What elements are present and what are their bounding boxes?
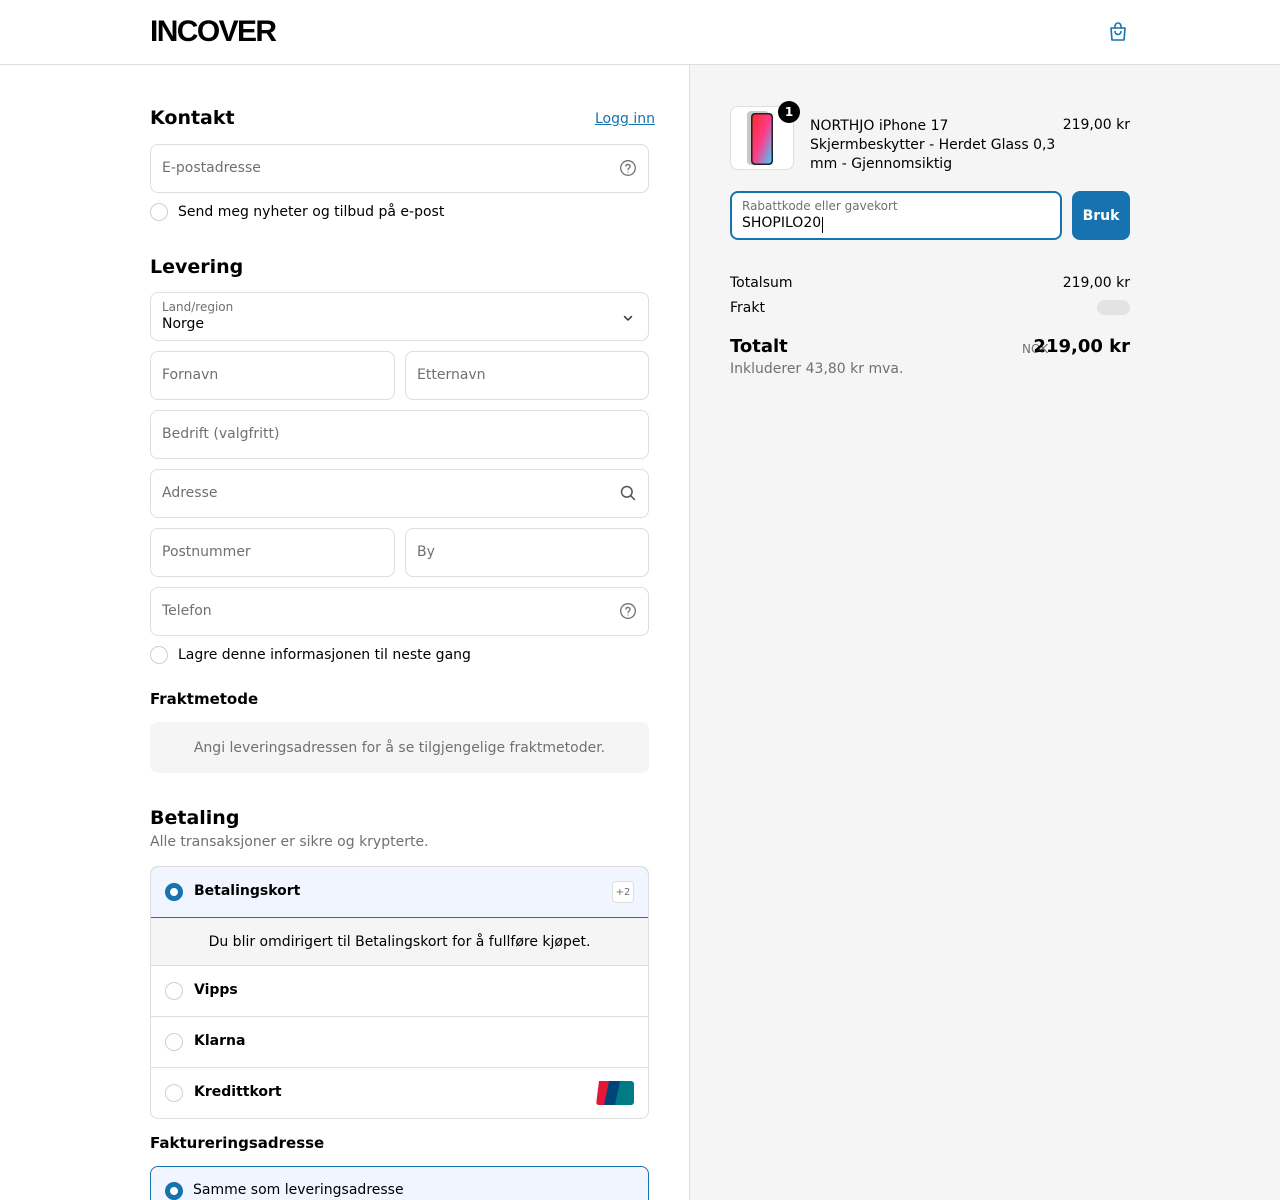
address-placeholder: Adresse <box>162 485 218 501</box>
payment-option-klarna[interactable]: Klarna <box>151 1017 648 1068</box>
shopping-bag-icon[interactable] <box>1106 20 1130 44</box>
chevron-down-icon <box>623 315 633 321</box>
payment-title: Betaling <box>150 807 240 829</box>
shipping-method-title: Fraktmetode <box>150 690 259 708</box>
shipping-loading-placeholder <box>1097 300 1130 315</box>
payment-redirect-note: Du blir omdirigert til Betalingskort for… <box>151 918 648 966</box>
search-icon <box>620 485 636 501</box>
country-label: Land/region <box>162 300 234 314</box>
contact-title: Kontakt <box>150 107 235 129</box>
discount-code-label: Rabattkode eller gavekort <box>742 199 898 213</box>
city-field[interactable]: By <box>405 528 649 577</box>
billing-same-radio[interactable] <box>165 1182 183 1200</box>
payment-vipps-label: Vipps <box>194 982 238 998</box>
address-field[interactable]: Adresse <box>150 469 649 518</box>
payment-klarna-radio[interactable] <box>165 1033 183 1051</box>
payment-option-vipps[interactable]: Vipps <box>151 966 648 1017</box>
help-icon[interactable] <box>619 159 637 177</box>
total-value: 219,00 kr <box>1033 336 1130 357</box>
subtotal-value: 219,00 kr <box>1062 275 1130 291</box>
total-label: Totalt <box>730 336 788 357</box>
quantity-badge: 1 <box>778 101 800 123</box>
apply-discount-button[interactable]: Bruk <box>1072 191 1130 240</box>
save-info-label: Lagre denne informasjonen til neste gang <box>178 647 471 663</box>
postal-code-field[interactable]: Postnummer <box>150 528 395 577</box>
shipping-label: Frakt <box>730 300 765 316</box>
discount-code-field[interactable]: Rabattkode eller gavekort SHOPILO20 <box>730 191 1062 240</box>
company-placeholder: Bedrift (valgfritt) <box>162 426 280 442</box>
payment-option-credit-card[interactable]: Kredittkort <box>151 1068 648 1118</box>
payment-card-radio[interactable] <box>165 883 183 901</box>
payment-credit-card-radio[interactable] <box>165 1084 183 1102</box>
tax-note: Inkluderer 43,80 kr mva. <box>730 361 904 377</box>
billing-same-label: Samme som leveringsadresse <box>193 1182 404 1198</box>
more-cards-badge: +2 <box>612 881 634 903</box>
email-field[interactable]: E-postadresse <box>150 144 649 193</box>
help-icon[interactable] <box>619 602 637 620</box>
first-name-placeholder: Fornavn <box>162 367 219 383</box>
newsletter-label: Send meg nyheter og tilbud på e-post <box>178 204 445 220</box>
billing-title: Faktureringsadresse <box>150 1134 325 1152</box>
billing-same-as-shipping-option[interactable]: Samme som leveringsadresse <box>150 1166 649 1200</box>
save-info-checkbox-row[interactable]: Lagre denne informasjonen til neste gang <box>150 645 471 665</box>
payment-klarna-label: Klarna <box>194 1033 246 1049</box>
first-name-field[interactable]: Fornavn <box>150 351 395 400</box>
payment-methods: Betalingskort +2 Du blir omdirigert til … <box>150 866 649 1119</box>
discount-code-value: SHOPILO20 <box>742 215 822 231</box>
city-placeholder: By <box>417 544 435 560</box>
last-name-placeholder: Etternavn <box>417 367 486 383</box>
save-info-checkbox[interactable] <box>150 646 168 664</box>
payment-option-card[interactable]: Betalingskort +2 <box>151 867 648 918</box>
postal-code-placeholder: Postnummer <box>162 544 251 560</box>
login-link[interactable]: Logg inn <box>595 111 655 127</box>
payment-card-label: Betalingskort <box>194 883 301 899</box>
country-select[interactable]: Land/region Norge <box>150 292 649 341</box>
payment-subtitle: Alle transaksjoner er sikre og krypterte… <box>150 834 429 850</box>
logo[interactable]: INCOVER <box>150 14 277 50</box>
phone-field[interactable]: Telefon <box>150 587 649 636</box>
product-name: NORTHJO iPhone 17 Skjermbeskytter - Herd… <box>810 118 1056 172</box>
header: INCOVER <box>0 0 1280 65</box>
phone-placeholder: Telefon <box>162 603 212 619</box>
subtotal-label: Totalsum <box>730 275 793 291</box>
newsletter-checkbox[interactable] <box>150 203 168 221</box>
shipping-method-info: Angi leveringsadressen for å se tilgjeng… <box>150 722 649 773</box>
payment-credit-card-label: Kredittkort <box>194 1084 282 1100</box>
country-value: Norge <box>162 316 205 332</box>
last-name-field[interactable]: Etternavn <box>405 351 649 400</box>
newsletter-checkbox-row[interactable]: Send meg nyheter og tilbud på e-post <box>150 202 444 222</box>
text-caret <box>822 217 823 233</box>
product-price: 219,00 kr <box>1062 117 1130 133</box>
delivery-title: Levering <box>150 256 244 278</box>
email-placeholder: E-postadresse <box>162 160 261 176</box>
unionpay-icon <box>596 1081 634 1105</box>
company-field[interactable]: Bedrift (valgfritt) <box>150 410 649 459</box>
payment-vipps-radio[interactable] <box>165 982 183 1000</box>
